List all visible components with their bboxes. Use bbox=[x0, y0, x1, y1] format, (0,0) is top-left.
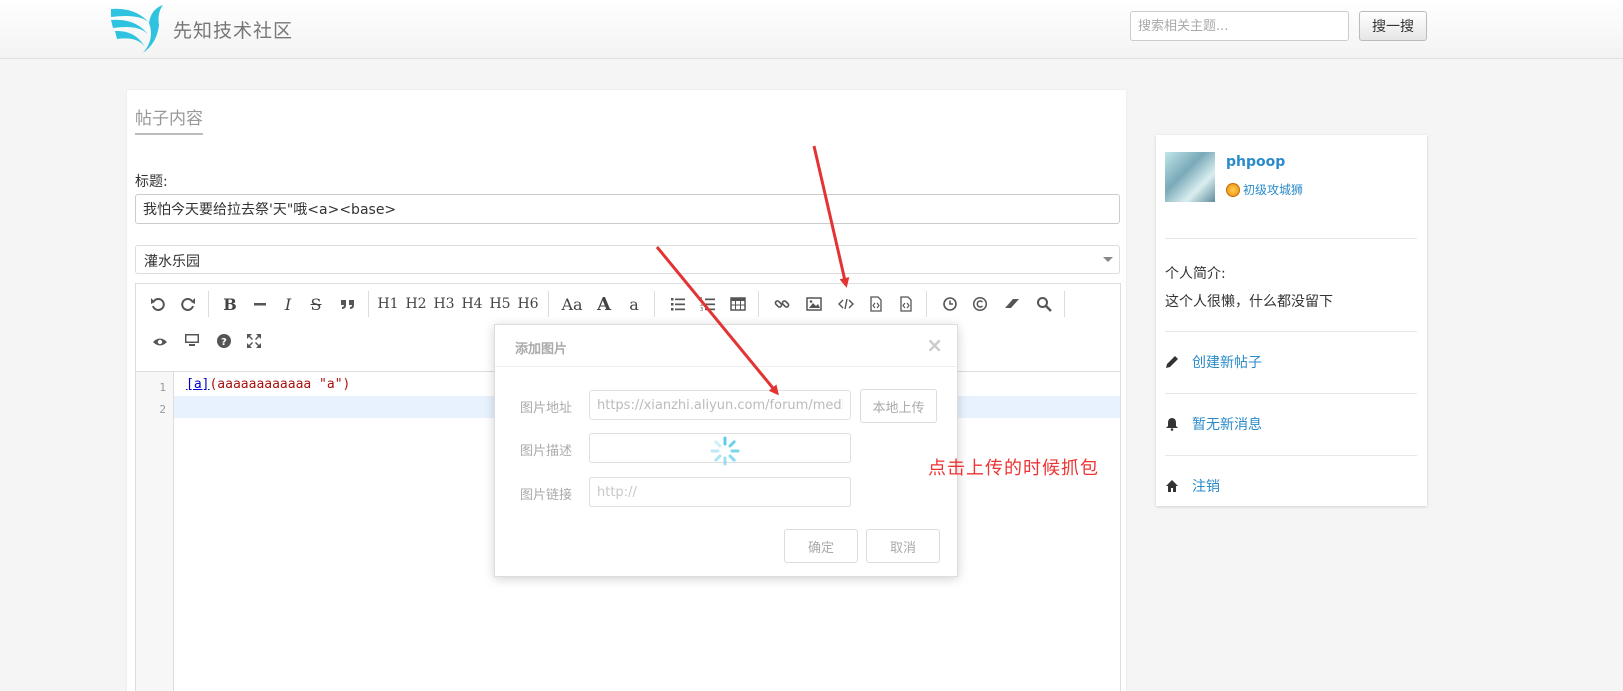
clock-icon[interactable] bbox=[938, 292, 962, 316]
heading-4-button[interactable]: H4 bbox=[460, 292, 484, 316]
messages-link[interactable]: 暂无新消息 bbox=[1165, 414, 1262, 434]
lowercase-button[interactable]: a bbox=[622, 292, 646, 316]
quote-icon[interactable] bbox=[336, 292, 360, 316]
tab-post-content[interactable]: 帖子内容 bbox=[135, 104, 203, 135]
font-size-button[interactable]: A bbox=[592, 292, 616, 316]
heading-5-button[interactable]: H5 bbox=[488, 292, 512, 316]
ordered-list-icon[interactable]: 123 bbox=[696, 292, 720, 316]
line-number: 2 bbox=[159, 403, 166, 416]
add-image-dialog: 添加图片 × 图片地址 本地上传 图片描述 图片链接 确定 取消 bbox=[494, 324, 958, 577]
heading-2-button[interactable]: H2 bbox=[404, 292, 428, 316]
title-input[interactable] bbox=[135, 194, 1120, 224]
username-link[interactable]: phpoop bbox=[1226, 154, 1285, 170]
uppercase-button[interactable]: Aa bbox=[560, 292, 584, 316]
preformatted-icon[interactable] bbox=[894, 292, 918, 316]
user-sidebar: phpoop 初级攻城狮 个人简介: 这个人很懒，什么都没留下 创建新帖子 暂无… bbox=[1156, 135, 1427, 506]
site-logo-icon[interactable] bbox=[107, 3, 165, 55]
fullscreen-preview-icon[interactable] bbox=[180, 328, 204, 352]
image-url-label: 图片地址 bbox=[520, 401, 573, 416]
divider bbox=[1165, 331, 1417, 332]
image-link-label: 图片链接 bbox=[520, 488, 573, 503]
title-label: 标题: bbox=[135, 174, 168, 190]
user-rank[interactable]: 初级攻城狮 bbox=[1226, 181, 1303, 198]
top-header: 先知技术社区 搜一搜 bbox=[0, 0, 1623, 59]
cancel-button[interactable]: 取消 bbox=[866, 529, 940, 563]
heading-1-button[interactable]: H1 bbox=[376, 292, 400, 316]
create-post-label: 创建新帖子 bbox=[1192, 355, 1262, 371]
bio-label: 个人简介: bbox=[1165, 266, 1226, 282]
help-icon[interactable]: ? bbox=[212, 329, 236, 353]
logout-link[interactable]: 注销 bbox=[1165, 476, 1220, 496]
fullscreen-icon[interactable] bbox=[242, 329, 266, 353]
user-rank-label: 初级攻城狮 bbox=[1243, 183, 1304, 197]
home-icon bbox=[1166, 480, 1178, 492]
site-name[interactable]: 先知技术社区 bbox=[173, 16, 293, 43]
dialog-title: 添加图片 bbox=[515, 342, 568, 357]
undo-icon[interactable] bbox=[146, 292, 170, 316]
image-icon[interactable] bbox=[802, 292, 826, 316]
link-icon[interactable] bbox=[770, 292, 794, 316]
svg-text:3: 3 bbox=[700, 307, 703, 312]
logout-label: 注销 bbox=[1192, 479, 1220, 495]
avatar[interactable] bbox=[1165, 152, 1215, 202]
eraser-icon[interactable] bbox=[1000, 292, 1024, 316]
code-block-icon[interactable] bbox=[864, 292, 888, 316]
heading-6-button[interactable]: H6 bbox=[516, 292, 540, 316]
bio-text: 这个人很懒，什么都没留下 bbox=[1165, 294, 1333, 310]
italic-icon[interactable]: I bbox=[276, 292, 300, 316]
chevron-down-icon bbox=[1103, 257, 1113, 262]
redo-icon[interactable] bbox=[176, 292, 200, 316]
table-icon[interactable] bbox=[726, 292, 750, 316]
code-link-text: [a] bbox=[186, 377, 210, 392]
image-url-input[interactable] bbox=[589, 390, 851, 420]
image-link-input[interactable] bbox=[589, 477, 851, 507]
local-upload-button[interactable]: 本地上传 bbox=[860, 389, 937, 423]
svg-text:?: ? bbox=[221, 337, 227, 348]
category-selected-value: 灌水乐园 bbox=[144, 254, 200, 270]
search-button[interactable]: 搜一搜 bbox=[1359, 11, 1427, 41]
confirm-button[interactable]: 确定 bbox=[784, 529, 858, 563]
code-line[interactable]: [a](aaaaaaaaaaaa "a") bbox=[186, 377, 350, 392]
loading-spinner-icon bbox=[710, 436, 740, 466]
pencil-icon bbox=[1166, 356, 1178, 368]
divider bbox=[1165, 393, 1417, 394]
close-icon[interactable]: × bbox=[926, 333, 943, 357]
rank-badge-icon bbox=[1226, 182, 1240, 197]
code-icon[interactable] bbox=[834, 292, 858, 316]
heading-3-button[interactable]: H3 bbox=[432, 292, 456, 316]
code-link-target: (aaaaaaaaaaaa "a") bbox=[209, 377, 351, 392]
line-number-gutter: 1 2 bbox=[136, 372, 174, 691]
annotation-text: 点击上传的时候抓包 bbox=[928, 458, 1099, 479]
unordered-list-icon[interactable] bbox=[666, 292, 690, 316]
dialog-header: 添加图片 × bbox=[495, 325, 957, 367]
preview-eye-icon[interactable] bbox=[148, 330, 172, 354]
line-number: 1 bbox=[159, 381, 166, 394]
messages-label: 暂无新消息 bbox=[1192, 417, 1262, 433]
search-input[interactable] bbox=[1130, 11, 1349, 41]
divider bbox=[1165, 455, 1417, 456]
search-icon[interactable] bbox=[1032, 292, 1056, 316]
bold-icon[interactable]: B bbox=[218, 292, 242, 316]
copyright-icon[interactable] bbox=[968, 292, 992, 316]
horizontal-rule-icon[interactable] bbox=[248, 292, 272, 316]
create-post-link[interactable]: 创建新帖子 bbox=[1165, 352, 1262, 372]
category-select[interactable]: 灌水乐园 bbox=[135, 245, 1120, 274]
divider bbox=[1165, 238, 1417, 239]
bell-icon bbox=[1166, 418, 1178, 431]
strikethrough-icon[interactable]: S bbox=[304, 292, 328, 316]
image-description-label: 图片描述 bbox=[520, 444, 573, 459]
